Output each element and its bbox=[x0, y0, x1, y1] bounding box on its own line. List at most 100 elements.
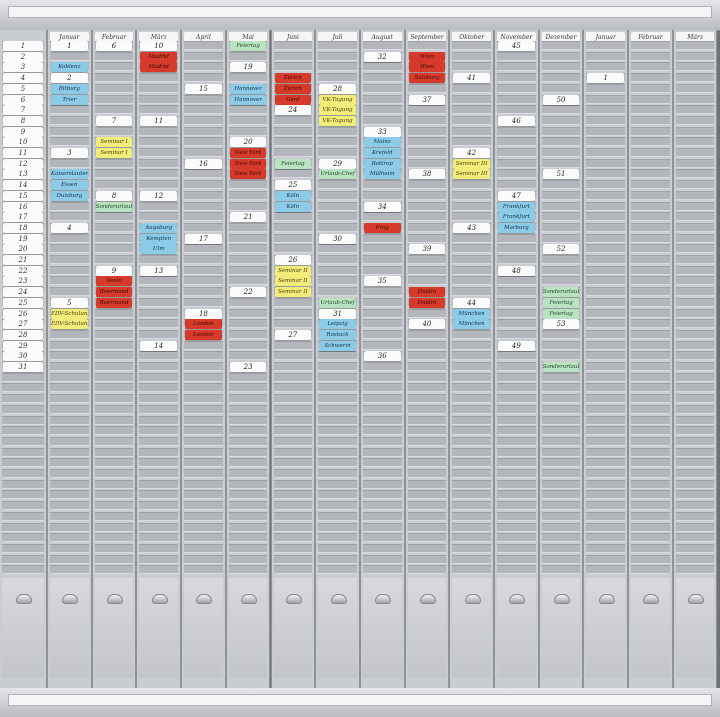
week-number-card[interactable]: 8 bbox=[95, 190, 133, 201]
column-knob[interactable] bbox=[151, 594, 168, 604]
week-number-card[interactable]: 39 bbox=[408, 244, 446, 255]
planning-card[interactable]: VK-Tagung bbox=[319, 105, 356, 116]
planning-card[interactable]: Marburg bbox=[498, 222, 535, 233]
planning-card[interactable]: Zürich bbox=[274, 73, 312, 84]
day-card[interactable]: 9 bbox=[3, 126, 43, 137]
day-card[interactable]: 2 bbox=[3, 51, 43, 62]
column-knob[interactable] bbox=[62, 594, 79, 604]
planning-card[interactable]: Madrid bbox=[140, 62, 178, 73]
planning-card[interactable]: VK-Tagung bbox=[319, 115, 356, 126]
planning-card[interactable]: London bbox=[185, 319, 222, 330]
planning-card[interactable]: Mainz bbox=[363, 137, 401, 148]
planning-card[interactable]: Zürich bbox=[274, 83, 312, 94]
column-knob[interactable] bbox=[688, 594, 705, 604]
planning-card[interactable]: Trier bbox=[51, 94, 88, 105]
day-card[interactable]: 3 bbox=[3, 62, 43, 73]
week-number-card[interactable]: 34 bbox=[363, 201, 401, 212]
week-number-card[interactable]: 46 bbox=[498, 115, 535, 126]
planning-card[interactable]: München bbox=[453, 308, 490, 319]
column-knob[interactable] bbox=[643, 594, 660, 604]
planning-card[interactable]: Urlaub-Chef bbox=[319, 169, 356, 180]
week-number-card[interactable]: 12 bbox=[140, 190, 178, 201]
planning-card[interactable]: Frankfurt bbox=[498, 212, 535, 223]
week-number-card[interactable]: 16 bbox=[185, 158, 222, 169]
column-knob[interactable] bbox=[509, 594, 526, 604]
week-number-card[interactable]: 25 bbox=[274, 180, 312, 191]
week-number-card[interactable]: 6 bbox=[95, 41, 133, 51]
week-number-card[interactable]: 13 bbox=[140, 265, 178, 276]
week-number-card[interactable]: 22 bbox=[229, 287, 267, 298]
planning-card[interactable]: Duisburg bbox=[51, 190, 88, 201]
week-number-card[interactable]: 29 bbox=[319, 158, 356, 169]
planning-card[interactable]: Sonderurlaub bbox=[95, 201, 133, 212]
day-card[interactable]: 17 bbox=[3, 212, 43, 223]
planning-card[interactable]: Seminar III bbox=[453, 169, 490, 180]
planning-card[interactable]: Augsburg bbox=[140, 222, 178, 233]
week-number-card[interactable]: 41 bbox=[453, 73, 490, 84]
week-number-card[interactable]: 31 bbox=[319, 308, 356, 319]
planning-card[interactable]: München bbox=[453, 319, 490, 330]
week-number-card[interactable]: 47 bbox=[498, 190, 535, 201]
week-number-card[interactable]: 48 bbox=[498, 265, 535, 276]
planning-card[interactable]: Roermond bbox=[95, 297, 133, 308]
planning-card[interactable]: Seminar III bbox=[453, 158, 490, 169]
week-number-card[interactable]: 1 bbox=[587, 73, 625, 84]
week-number-card[interactable]: 35 bbox=[363, 276, 401, 287]
planning-card[interactable]: Bitburg bbox=[51, 83, 88, 94]
week-number-card[interactable]: 30 bbox=[319, 233, 356, 244]
planning-card[interactable]: Madrid bbox=[140, 51, 178, 62]
planning-card[interactable]: Essen bbox=[51, 180, 88, 191]
planning-card[interactable]: Hannover bbox=[229, 83, 267, 94]
week-number-card[interactable]: 40 bbox=[408, 319, 446, 330]
column-knob[interactable] bbox=[419, 594, 436, 604]
week-number-card[interactable]: 26 bbox=[274, 255, 312, 265]
column-knob[interactable] bbox=[285, 594, 302, 604]
planning-card[interactable]: Mülheim bbox=[363, 169, 401, 180]
week-number-card[interactable]: 23 bbox=[229, 362, 267, 372]
week-number-card[interactable]: 42 bbox=[453, 148, 490, 158]
day-card[interactable]: 7 bbox=[3, 105, 43, 116]
week-number-card[interactable]: 38 bbox=[408, 169, 446, 180]
week-number-card[interactable]: 5 bbox=[51, 297, 88, 308]
day-card[interactable]: 30 bbox=[3, 351, 43, 362]
planning-card[interactable]: Seminar II bbox=[274, 265, 312, 276]
week-number-card[interactable]: 52 bbox=[542, 244, 580, 255]
day-card[interactable]: 8 bbox=[3, 115, 43, 126]
planning-card[interactable]: London bbox=[185, 329, 222, 340]
day-card[interactable]: 22 bbox=[3, 265, 43, 276]
planning-card[interactable]: Ulm bbox=[140, 244, 178, 255]
day-card[interactable]: 20 bbox=[3, 244, 43, 255]
planning-card[interactable]: Kempten bbox=[140, 233, 178, 244]
week-number-card[interactable]: 9 bbox=[95, 265, 133, 276]
planning-card[interactable]: Dublin bbox=[408, 287, 446, 298]
week-number-card[interactable]: 11 bbox=[140, 115, 178, 126]
day-card[interactable]: 24 bbox=[3, 287, 43, 298]
day-card[interactable]: 4 bbox=[3, 73, 43, 84]
column-knob[interactable] bbox=[241, 594, 258, 604]
planning-card[interactable]: Salzburg bbox=[408, 73, 446, 84]
day-card[interactable]: 16 bbox=[3, 201, 43, 212]
week-number-card[interactable]: 51 bbox=[542, 169, 580, 180]
planning-card[interactable]: Genf bbox=[274, 94, 312, 105]
week-number-card[interactable]: 45 bbox=[498, 41, 535, 51]
week-number-card[interactable]: 14 bbox=[140, 340, 178, 351]
day-card[interactable]: 12 bbox=[3, 158, 43, 169]
day-card[interactable]: 6 bbox=[3, 94, 43, 105]
planning-card[interactable]: Seminar I bbox=[95, 148, 133, 158]
planning-card[interactable]: Köln bbox=[274, 190, 312, 201]
day-card[interactable]: 13 bbox=[3, 169, 43, 180]
week-number-card[interactable]: 27 bbox=[274, 329, 312, 340]
planning-card[interactable]: Kaiserslautern bbox=[51, 169, 88, 180]
week-number-card[interactable]: 24 bbox=[274, 105, 312, 116]
day-card[interactable]: 15 bbox=[3, 190, 43, 201]
week-number-card[interactable]: 33 bbox=[363, 126, 401, 137]
planning-card[interactable]: Bottrop bbox=[363, 158, 401, 169]
planning-card[interactable]: Köln bbox=[274, 201, 312, 212]
week-number-card[interactable]: 44 bbox=[453, 297, 490, 308]
week-number-card[interactable]: 18 bbox=[185, 308, 222, 319]
planning-card[interactable]: New York bbox=[229, 169, 267, 180]
week-number-card[interactable]: 32 bbox=[363, 51, 401, 62]
week-number-card[interactable]: 19 bbox=[229, 62, 267, 73]
planning-card[interactable]: Koblenz bbox=[51, 62, 88, 73]
planning-card[interactable]: Seminar II bbox=[274, 287, 312, 298]
